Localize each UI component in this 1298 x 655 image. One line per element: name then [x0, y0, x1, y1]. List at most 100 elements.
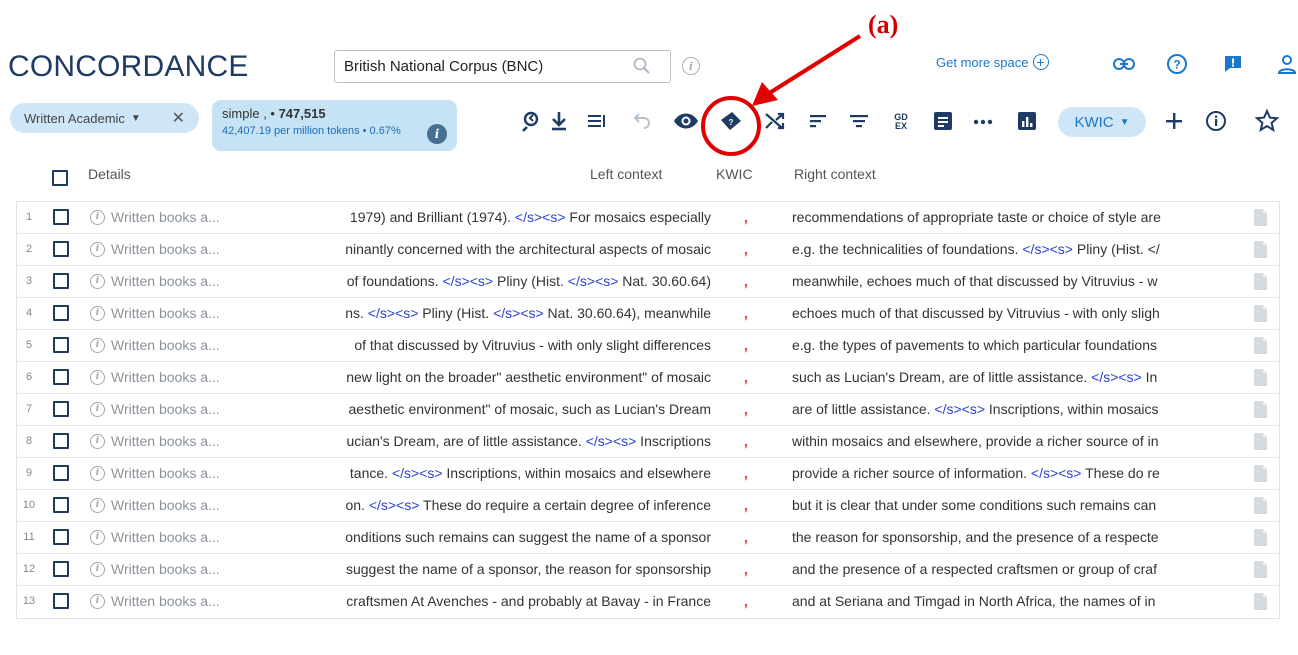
- row-details[interactable]: i Written books a...: [90, 529, 220, 545]
- kwic-token[interactable]: ,: [744, 241, 748, 257]
- row-details[interactable]: i Written books a...: [90, 369, 220, 385]
- row-checkbox[interactable]: [53, 497, 69, 513]
- row-checkbox[interactable]: [53, 401, 69, 417]
- left-context[interactable]: tance. </s><s> Inscriptions, within mosa…: [259, 465, 711, 481]
- kwic-token[interactable]: ,: [744, 401, 748, 417]
- user-icon[interactable]: [1276, 53, 1298, 75]
- row-details[interactable]: i Written books a...: [90, 337, 220, 353]
- info-icon[interactable]: i: [90, 401, 105, 417]
- right-context[interactable]: and the presence of a respected craftsme…: [792, 561, 1247, 577]
- kwic-token[interactable]: ,: [744, 209, 748, 225]
- right-context[interactable]: e.g. the types of pavements to which par…: [792, 337, 1247, 353]
- left-context[interactable]: 1979) and Brilliant (1974). </s><s> For …: [259, 209, 711, 225]
- right-context[interactable]: e.g. the technicalities of foundations. …: [792, 241, 1247, 257]
- row-details[interactable]: i Written books a...: [90, 401, 220, 417]
- right-context[interactable]: but it is clear that under some conditio…: [792, 497, 1247, 513]
- download-icon[interactable]: [546, 108, 572, 134]
- kwic-token[interactable]: ,: [744, 337, 748, 353]
- kwic-token[interactable]: ,: [744, 561, 748, 577]
- shuffle-icon[interactable]: [762, 108, 788, 134]
- row-details[interactable]: i Written books a...: [90, 593, 220, 609]
- row-details[interactable]: i Written books a...: [90, 465, 220, 481]
- kwic-token[interactable]: ,: [744, 273, 748, 289]
- info-icon[interactable]: i: [90, 465, 105, 481]
- help-icon[interactable]: ?: [1166, 53, 1188, 75]
- info-icon[interactable]: i: [90, 337, 105, 353]
- corpus-selector[interactable]: British National Corpus (BNC): [334, 50, 671, 83]
- right-context[interactable]: recommendations of appropriate taste or …: [792, 209, 1247, 225]
- copy-icon[interactable]: [1253, 208, 1268, 227]
- result-info-icon[interactable]: i: [427, 124, 447, 144]
- right-context[interactable]: are of little assistance. </s><s> Inscri…: [792, 401, 1247, 417]
- get-more-space-link[interactable]: Get more space +: [936, 54, 1049, 70]
- eye-icon[interactable]: [672, 108, 700, 134]
- copy-icon[interactable]: [1253, 336, 1268, 355]
- copy-icon[interactable]: [1253, 432, 1268, 451]
- left-context[interactable]: ns. </s><s> Pliny (Hist. </s><s> Nat. 30…: [259, 305, 711, 321]
- row-checkbox[interactable]: [53, 305, 69, 321]
- row-details[interactable]: i Written books a...: [90, 497, 220, 513]
- view-mode-dropdown[interactable]: KWIC ▼: [1058, 107, 1146, 137]
- row-details[interactable]: i Written books a...: [90, 433, 220, 449]
- left-context[interactable]: onditions such remains can suggest the n…: [259, 529, 711, 545]
- star-icon[interactable]: [1254, 108, 1280, 134]
- kwic-token[interactable]: ,: [744, 433, 748, 449]
- right-context[interactable]: within mosaics and elsewhere, provide a …: [792, 433, 1247, 449]
- row-checkbox[interactable]: [53, 529, 69, 545]
- info-icon[interactable]: i: [90, 433, 105, 449]
- left-context[interactable]: ucian's Dream, are of little assistance.…: [259, 433, 711, 449]
- text-type-filter-chip[interactable]: Written Academic ▼ ✕: [10, 103, 199, 133]
- link-icon[interactable]: [1112, 56, 1136, 72]
- kwic-token[interactable]: ,: [744, 593, 748, 609]
- right-context[interactable]: such as Lucian's Dream, are of little as…: [792, 369, 1247, 385]
- right-context[interactable]: provide a richer source of information. …: [792, 465, 1247, 481]
- right-context[interactable]: the reason for sponsorship, and the pres…: [792, 529, 1247, 545]
- row-checkbox[interactable]: [53, 369, 69, 385]
- copy-icon[interactable]: [1253, 528, 1268, 547]
- column-left-context[interactable]: Left context: [590, 166, 662, 182]
- gdex-icon[interactable]: GDEX: [888, 108, 914, 134]
- left-context[interactable]: ninantly concerned with the architectura…: [259, 241, 711, 257]
- left-context[interactable]: on. </s><s> These do require a certain d…: [259, 497, 711, 513]
- undo-icon[interactable]: [628, 108, 654, 134]
- copy-icon[interactable]: [1253, 560, 1268, 579]
- text-type-icon[interactable]: [930, 108, 956, 134]
- left-context[interactable]: craftsmen At Avenches - and probably at …: [259, 593, 711, 609]
- kwic-token[interactable]: ,: [744, 497, 748, 513]
- copy-icon[interactable]: [1253, 240, 1268, 259]
- caret-down-icon[interactable]: ▼: [131, 113, 141, 124]
- corpus-info-icon[interactable]: i: [682, 57, 700, 75]
- info-icon[interactable]: i: [90, 593, 105, 609]
- left-context[interactable]: suggest the name of a sponsor, the reaso…: [259, 561, 711, 577]
- row-details[interactable]: i Written books a...: [90, 209, 220, 225]
- sort-icon[interactable]: [806, 108, 832, 134]
- left-context[interactable]: of that discussed by Vitruvius - with on…: [259, 337, 711, 353]
- right-context[interactable]: echoes much of that discussed by Vitruvi…: [792, 305, 1247, 321]
- feedback-icon[interactable]: [1222, 53, 1244, 75]
- copy-icon[interactable]: [1253, 368, 1268, 387]
- kwic-token[interactable]: ,: [744, 529, 748, 545]
- left-context[interactable]: of foundations. </s><s> Pliny (Hist. </s…: [259, 273, 711, 289]
- row-details[interactable]: i Written books a...: [90, 305, 220, 321]
- row-checkbox[interactable]: [53, 593, 69, 609]
- close-icon[interactable]: ✕: [172, 108, 185, 128]
- info-icon[interactable]: i: [90, 561, 105, 577]
- row-checkbox[interactable]: [53, 561, 69, 577]
- copy-icon[interactable]: [1253, 464, 1268, 483]
- info-icon[interactable]: i: [90, 497, 105, 513]
- add-icon[interactable]: [1161, 108, 1187, 134]
- info-icon[interactable]: [1203, 108, 1229, 134]
- kwic-token[interactable]: ,: [744, 305, 748, 321]
- copy-icon[interactable]: [1253, 272, 1268, 291]
- row-checkbox[interactable]: [53, 465, 69, 481]
- row-details[interactable]: i Written books a...: [90, 561, 220, 577]
- frequency-icon[interactable]: [1014, 108, 1040, 134]
- left-context[interactable]: aesthetic environment" of mosaic, such a…: [259, 401, 711, 417]
- row-checkbox[interactable]: [53, 433, 69, 449]
- info-icon[interactable]: i: [90, 529, 105, 545]
- kwic-token[interactable]: ,: [744, 369, 748, 385]
- column-kwic[interactable]: KWIC: [716, 166, 753, 182]
- info-icon[interactable]: i: [90, 241, 105, 257]
- copy-icon[interactable]: [1253, 400, 1268, 419]
- right-context[interactable]: meanwhile, echoes much of that discussed…: [792, 273, 1247, 289]
